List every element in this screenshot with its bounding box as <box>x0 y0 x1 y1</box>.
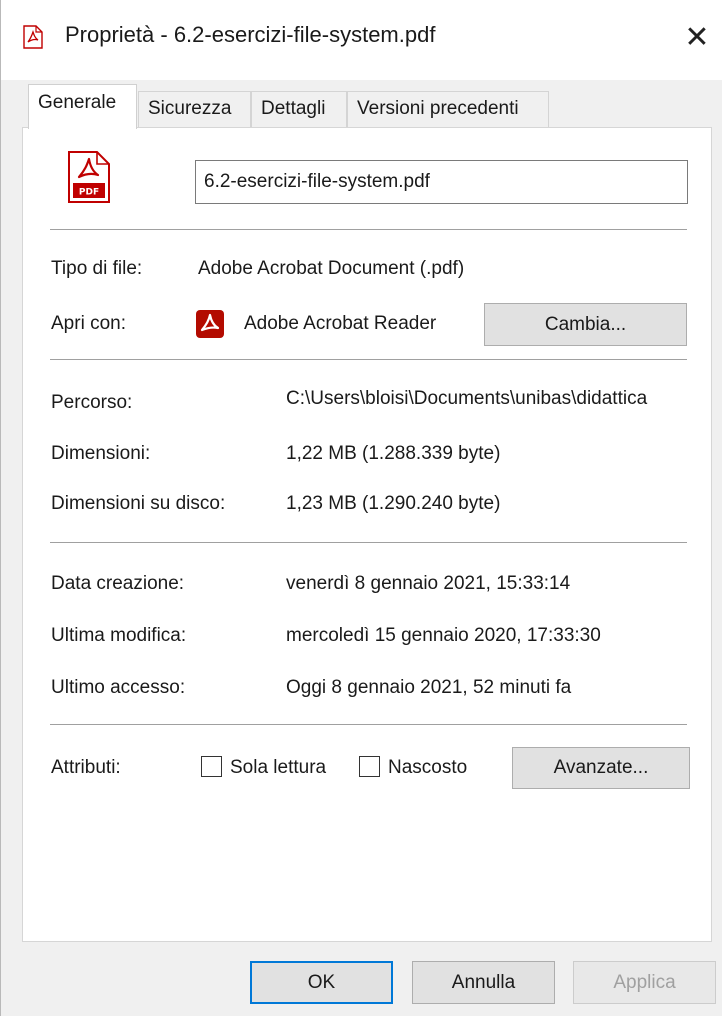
file-type-label: Tipo di file: <box>51 258 143 279</box>
disk-size-label: Dimensioni su disco: <box>51 493 226 514</box>
attributes-label: Attributi: <box>51 757 121 778</box>
pdf-file-icon <box>23 25 43 49</box>
readonly-label[interactable]: Sola lettura <box>230 757 326 779</box>
size-value: 1,22 MB (1.288.339 byte) <box>286 443 501 464</box>
separator <box>50 542 687 543</box>
hidden-label[interactable]: Nascosto <box>388 757 467 779</box>
readonly-checkbox[interactable] <box>201 756 222 777</box>
hidden-checkbox[interactable] <box>359 756 380 777</box>
close-icon: ✕ <box>684 20 710 55</box>
separator <box>50 724 687 725</box>
tab-panel-generale <box>22 127 712 942</box>
opens-with-label: Apri con: <box>51 313 126 334</box>
filename-field[interactable] <box>195 160 688 204</box>
created-value: venerdì 8 gennaio 2021, 15:33:14 <box>286 573 571 594</box>
properties-dialog: Proprietà - 6.2-esercizi-file-system.pdf… <box>0 0 722 1016</box>
tab-label: Versioni precedenti <box>357 98 519 119</box>
advanced-button[interactable]: Avanzate... <box>512 747 690 789</box>
separator <box>50 359 687 360</box>
modified-value: mercoledì 15 gennaio 2020, 17:33:30 <box>286 625 601 646</box>
accessed-value: Oggi 8 gennaio 2021, 52 minuti fa <box>286 677 572 698</box>
tab-label: Sicurezza <box>148 98 232 119</box>
tab-generale[interactable]: Generale <box>28 84 137 129</box>
path-value: C:\Users\bloisi\Documents\unibas\didatti… <box>286 388 648 409</box>
separator <box>50 229 687 230</box>
window-title: Proprietà - 6.2-esercizi-file-system.pdf <box>65 22 436 47</box>
accessed-label: Ultimo accesso: <box>51 677 186 698</box>
modified-label: Ultima modifica: <box>51 625 187 646</box>
disk-size-value: 1,23 MB (1.290.240 byte) <box>286 493 501 514</box>
tab-versioni-precedenti[interactable]: Versioni precedenti <box>347 91 549 127</box>
close-button[interactable]: ✕ <box>673 10 721 66</box>
size-label: Dimensioni: <box>51 443 151 464</box>
tab-sicurezza[interactable]: Sicurezza <box>138 91 251 127</box>
opens-with-value: Adobe Acrobat Reader <box>244 313 437 334</box>
path-label: Percorso: <box>51 392 133 413</box>
ok-button[interactable]: OK <box>250 961 393 1004</box>
pdf-document-icon: PDF <box>68 151 110 203</box>
cancel-button[interactable]: Annulla <box>412 961 555 1004</box>
acrobat-reader-icon <box>196 310 224 338</box>
file-type-value: Adobe Acrobat Document (.pdf) <box>198 258 465 279</box>
apply-button[interactable]: Applica <box>573 961 716 1004</box>
title-bar[interactable]: Proprietà - 6.2-esercizi-file-system.pdf… <box>1 0 722 80</box>
change-button[interactable]: Cambia... <box>484 303 687 346</box>
path-value-container: C:\Users\bloisi\Documents\unibas\didatti… <box>286 388 712 410</box>
tab-label: Dettagli <box>261 98 326 119</box>
tab-dettagli[interactable]: Dettagli <box>251 91 347 127</box>
created-label: Data creazione: <box>51 573 185 594</box>
tab-label: Generale <box>38 92 117 113</box>
pdf-icon-text: PDF <box>79 188 99 198</box>
